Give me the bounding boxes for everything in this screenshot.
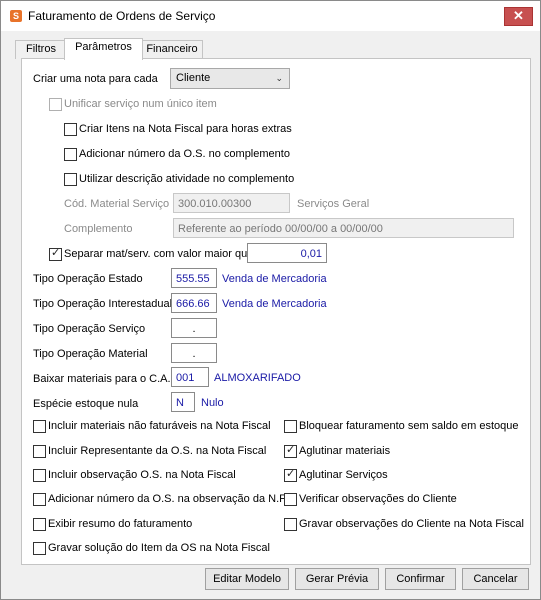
cod-material-label: Cód. Material Serviço [64,198,170,210]
tipo-op-estado-field[interactable]: 555.55 [171,268,217,288]
utilizar-desc-label: Utilizar descrição atividade no compleme… [79,173,295,185]
utilizar-desc-checkbox[interactable] [64,173,77,186]
gravar-solucao-label: Gravar solução do Item da OS na Nota Fis… [48,542,270,554]
exibir-resumo-checkbox[interactable] [33,518,46,531]
adicionar-num-observacao-label: Adicionar número da O.S. na observação d… [48,493,288,505]
unificar-label: Unificar serviço num único item [64,98,217,110]
tipo-op-estado-desc: Venda de Mercadoria [222,273,327,285]
bloquear-faturamento-label: Bloquear faturamento sem saldo em estoqu… [299,420,519,432]
window-title: Faturamento de Ordens de Serviço [28,9,216,23]
baixar-desc: ALMOXARIFADO [214,372,301,384]
gravar-observacoes-checkbox[interactable] [284,518,297,531]
chevron-down-icon: ⌄ [275,73,283,83]
separar-checkbox[interactable]: ✓ [49,247,62,261]
especie-desc: Nulo [201,397,224,409]
check-icon: ✓ [51,247,61,259]
verificar-observacoes-label: Verificar observações do Cliente [299,493,457,505]
tab-parametros[interactable]: Parâmetros [64,38,143,60]
adicionar-num-complemento-checkbox[interactable] [64,148,77,161]
tipo-op-servico-label: Tipo Operação Serviço [33,323,146,335]
check-icon: ✓ [286,468,296,480]
adicionar-num-complemento-label: Adicionar número da O.S. no complemento [79,148,290,160]
cancelar-button[interactable]: Cancelar [462,568,529,590]
especie-field[interactable]: N [171,392,195,412]
tipo-op-servico-field[interactable]: . [171,318,217,338]
confirmar-button[interactable]: Confirmar [385,568,456,590]
adicionar-num-observacao-checkbox[interactable] [33,493,46,506]
tipo-op-inter-label: Tipo Operação Interestadual [33,298,173,310]
gravar-solucao-checkbox[interactable] [33,542,46,555]
criar-nota-label: Criar uma nota para cada [33,73,158,85]
tab-filtros[interactable]: Filtros [15,40,67,59]
aglutinar-materiais-checkbox[interactable]: ✓ [284,444,297,458]
cod-material-field[interactable]: 300.010.00300 [173,193,290,213]
gerar-previa-button[interactable]: Gerar Prévia [295,568,379,590]
close-button[interactable]: ✕ [504,7,533,26]
cod-material-desc: Serviços Geral [297,198,370,210]
incluir-representante-label: Incluir Representante da O.S. na Nota Fi… [48,445,267,457]
editar-modelo-button[interactable]: Editar Modelo [205,568,289,590]
aglutinar-servicos-checkbox[interactable]: ✓ [284,468,297,482]
incluir-representante-checkbox[interactable] [33,445,46,458]
unificar-checkbox[interactable] [49,98,62,111]
exibir-resumo-label: Exibir resumo do faturamento [48,518,193,530]
aglutinar-materiais-label: Aglutinar materiais [299,445,391,457]
app-icon: S [10,10,22,22]
aglutinar-servicos-label: Aglutinar Serviços [299,469,388,481]
incluir-observacao-label: Incluir observação O.S. na Nota Fiscal [48,469,236,481]
incluir-materiais-label: Incluir materiais não faturáveis na Nota… [48,420,271,432]
complemento-field[interactable]: Referente ao período 00/00/00 a 00/00/00 [173,218,514,238]
criar-nota-value: Cliente [176,72,211,84]
criar-itens-checkbox[interactable] [64,123,77,136]
check-icon: ✓ [286,444,296,456]
title-bar: S Faturamento de Ordens de Serviço ✕ [1,1,540,31]
incluir-observacao-checkbox[interactable] [33,469,46,482]
separar-value-field[interactable]: 0,01 [247,243,327,263]
gravar-observacoes-label: Gravar observações do Cliente na Nota Fi… [299,518,524,530]
baixar-label: Baixar materiais para o C.A. [33,373,171,385]
tipo-op-inter-desc: Venda de Mercadoria [222,298,327,310]
tipo-op-material-field[interactable]: . [171,343,217,363]
verificar-observacoes-checkbox[interactable] [284,493,297,506]
especie-label: Espécie estoque nula [33,398,139,410]
criar-itens-label: Criar Itens na Nota Fiscal para horas ex… [79,123,292,135]
incluir-materiais-checkbox[interactable] [33,420,46,433]
tipo-op-estado-label: Tipo Operação Estado [33,273,143,285]
complemento-label: Complemento [64,223,133,235]
separar-label: Separar mat/serv. com valor maior que [64,248,254,260]
tipo-op-material-label: Tipo Operação Material [33,348,148,360]
bloquear-faturamento-checkbox[interactable] [284,420,297,433]
tab-financeiro[interactable]: Financeiro [141,40,203,59]
criar-nota-select[interactable]: Cliente ⌄ [170,68,290,89]
tipo-op-inter-field[interactable]: 666.66 [171,293,217,313]
window: S Faturamento de Ordens de Serviço ✕ Fil… [0,0,541,600]
baixar-field[interactable]: 001 [171,367,209,387]
